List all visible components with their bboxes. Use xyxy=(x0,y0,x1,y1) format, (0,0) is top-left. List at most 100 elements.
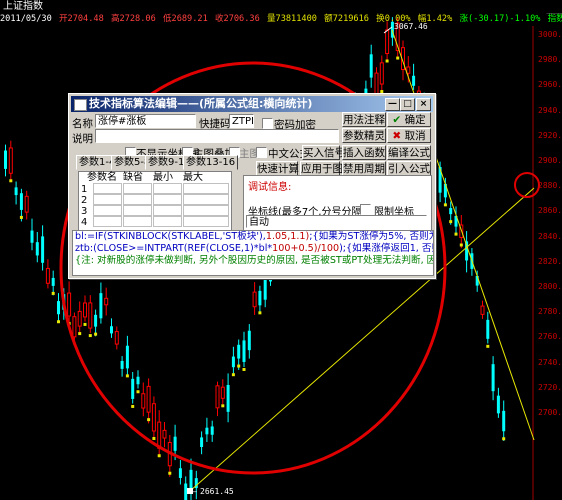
params-wizard-button[interactable]: 参数精灵 xyxy=(342,128,386,143)
candle-body xyxy=(205,427,209,435)
low-price-label: 2661.45 xyxy=(200,487,234,496)
candle-body xyxy=(88,302,93,329)
window-title: 上证指数 xyxy=(3,1,43,12)
chinese-formula-checkbox[interactable] xyxy=(256,147,267,158)
candle-body xyxy=(151,403,156,432)
candle-body xyxy=(184,483,188,500)
candle-body xyxy=(30,230,34,243)
signal-dot xyxy=(237,364,241,368)
candle-body xyxy=(173,436,177,451)
cancel-label: 取消 xyxy=(404,130,426,142)
param-row-num: 2 xyxy=(81,195,88,206)
ok-button[interactable]: ✔ 确定 xyxy=(387,112,431,127)
info-volume: 量73811400 xyxy=(266,14,317,24)
param-cell[interactable] xyxy=(153,183,182,194)
dialog-app-icon xyxy=(74,99,87,111)
candle-body xyxy=(120,360,124,369)
candle-body xyxy=(157,421,162,449)
price-axis-label: 2900.00 xyxy=(538,156,562,165)
quick-calc-button[interactable]: 快速计算 xyxy=(256,161,299,176)
password-checkbox[interactable] xyxy=(262,118,273,129)
params-table: 参数名 缺省 最小 最大 1 2 3 4 xyxy=(78,171,232,231)
candle-body xyxy=(237,344,241,359)
dialog-titlebar[interactable]: 技术指标算法编辑——(所属公式组:横向统计) — □ × xyxy=(71,96,433,112)
param-cell[interactable] xyxy=(153,216,182,227)
candle-body xyxy=(231,356,235,368)
param-cell[interactable] xyxy=(93,205,122,216)
signal-dot xyxy=(258,311,262,315)
candle-body xyxy=(8,147,13,174)
info-high: 高2728.06 xyxy=(110,14,156,24)
code-1b: 1.05,1.1) xyxy=(265,231,310,242)
price-axis-label: 2860.00 xyxy=(538,206,562,216)
code-1c: ;{如果为ST涨停为5%, 否则为10%} xyxy=(309,231,433,242)
disable-period-button[interactable]: 禁用周期 xyxy=(342,161,386,176)
tab-params-13-16[interactable]: 参数13-16 xyxy=(183,155,239,170)
minimize-button[interactable]: — xyxy=(385,98,400,111)
candle-body xyxy=(215,385,220,409)
ok-label: 确定 xyxy=(404,114,426,126)
info-amount: 额7219616 xyxy=(324,14,369,24)
candle-body xyxy=(369,54,373,78)
price-axis-label: 2800.00 xyxy=(538,282,562,291)
price-axis-label: 2980.00 xyxy=(538,55,562,65)
param-cell[interactable] xyxy=(123,194,152,205)
signal-dot xyxy=(131,404,135,408)
candle-body xyxy=(99,293,103,319)
desc-label: 说明 xyxy=(72,133,93,145)
axis-field[interactable]: 自动 xyxy=(246,215,427,228)
signal-dot xyxy=(459,243,463,247)
param-cell[interactable] xyxy=(123,183,152,194)
minimize-icon: — xyxy=(388,99,397,109)
param-cell[interactable] xyxy=(93,216,122,227)
maximize-button[interactable]: □ xyxy=(400,98,415,111)
info-low: 低2689.21 xyxy=(162,14,208,24)
price-axis-label: 2720.00 xyxy=(538,382,562,392)
candle-body xyxy=(406,66,411,74)
param-cell[interactable] xyxy=(183,183,229,194)
price-axis-label: 3000.00 xyxy=(538,30,562,39)
quote-infobar: 2011/05/30 开2704.48 高2728.06 低2689.21 收2… xyxy=(0,13,562,26)
desc-field[interactable] xyxy=(95,129,339,143)
apply-chart-button[interactable]: 应用于图 xyxy=(300,161,343,176)
formula-code-editor[interactable]: bl:=IF(STKINBLOCK(STKLABEL,'ST板块'),1.05,… xyxy=(72,230,434,276)
signal-dot xyxy=(168,471,172,475)
buy-signal-button[interactable]: 买入信号 xyxy=(302,145,345,160)
candle-body xyxy=(131,378,135,399)
param-cell[interactable] xyxy=(93,194,122,205)
param-cell[interactable] xyxy=(183,205,229,216)
param-cell[interactable] xyxy=(123,205,152,216)
candle-body xyxy=(35,242,39,256)
param-cell[interactable] xyxy=(183,194,229,205)
price-axis-label: 2880.00 xyxy=(538,181,562,191)
param-cell[interactable] xyxy=(153,205,182,216)
limit-axis-checkbox[interactable] xyxy=(360,204,371,215)
cancel-button[interactable]: ✖ 取消 xyxy=(387,128,431,143)
param-cell[interactable] xyxy=(123,216,152,227)
usage-note-button[interactable]: 用法注释 xyxy=(342,112,386,127)
low-marker-dash: — xyxy=(192,487,197,496)
name-field[interactable]: 涨停#涨板 xyxy=(95,114,196,128)
code-line-1: bl:=IF(STKINBLOCK(STKLABEL,'ST板块'),1.05,… xyxy=(73,231,433,243)
candle-body xyxy=(502,410,506,432)
param-cell[interactable] xyxy=(93,183,122,194)
candle-body xyxy=(72,316,77,338)
signal-dot xyxy=(231,373,235,377)
shortcut-field[interactable]: ZTPD xyxy=(229,114,254,128)
import-formula-button[interactable]: 引入公式 xyxy=(387,161,431,176)
candle-body xyxy=(24,195,29,213)
param-cell[interactable] xyxy=(183,216,229,227)
candle-body xyxy=(210,426,214,435)
candle-body xyxy=(496,395,500,414)
insert-func-button[interactable]: 插入函数 xyxy=(342,145,386,160)
param-row-num: 3 xyxy=(81,206,88,217)
compile-button[interactable]: 编译公式 xyxy=(387,145,431,160)
dialog-close-button[interactable]: × xyxy=(416,98,431,111)
candle-body xyxy=(480,305,485,315)
signal-dot xyxy=(19,215,23,219)
candle-body xyxy=(379,62,384,85)
candle-body xyxy=(385,29,390,54)
param-cell[interactable] xyxy=(153,194,182,205)
code-2c: );{如果涨停返回1, 否则返回0} xyxy=(339,243,433,254)
debug-label: 调试信息: xyxy=(248,182,292,193)
